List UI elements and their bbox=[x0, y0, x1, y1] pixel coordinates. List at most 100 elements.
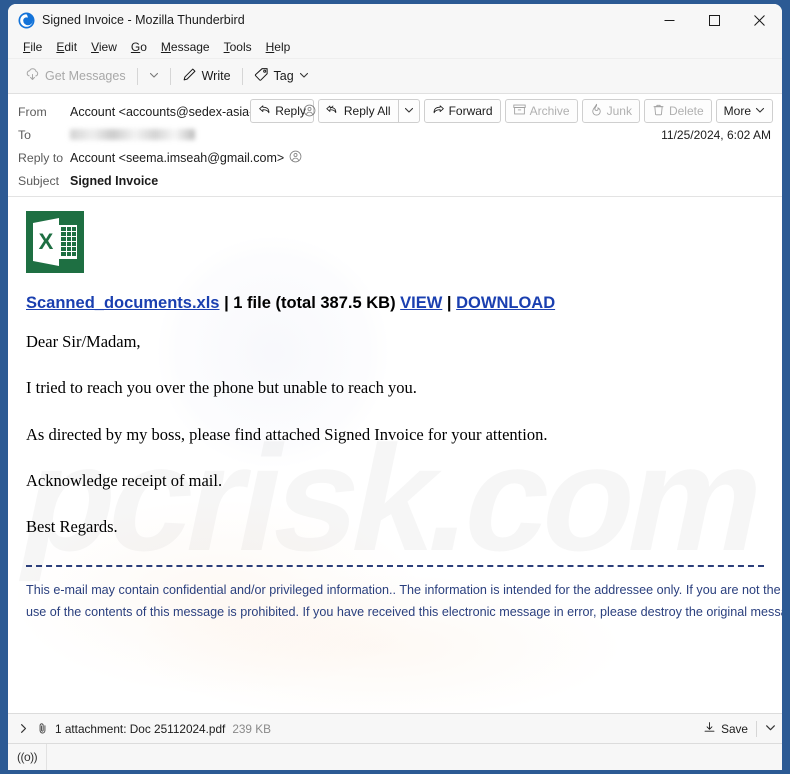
message-body-pane: pcrisk.com X bbox=[8, 197, 782, 713]
header-row-subject: Subject Signed Invoice bbox=[8, 169, 782, 192]
get-messages-dropdown[interactable] bbox=[142, 66, 166, 86]
attachment-label: 1 attachment: Doc 25112024.pdf bbox=[55, 721, 226, 736]
reply-to-value-group[interactable]: Account <seema.imseah@gmail.com> bbox=[70, 150, 302, 166]
attachment-file-link[interactable]: Scanned_documents.xls bbox=[26, 294, 219, 312]
get-messages-button[interactable]: Get Messages bbox=[18, 64, 133, 88]
more-button[interactable]: More bbox=[715, 99, 773, 123]
forward-button[interactable]: Forward bbox=[423, 99, 501, 123]
svg-text:X: X bbox=[39, 229, 54, 254]
chevron-down-icon bbox=[755, 104, 765, 118]
delete-label: Delete bbox=[668, 104, 704, 118]
toolbar-divider-2 bbox=[169, 67, 171, 85]
menu-item-go-rest: o bbox=[140, 40, 147, 54]
tag-label: Tag bbox=[273, 69, 294, 83]
reply-to-value: Account <seema.imseah@gmail.com> bbox=[70, 150, 285, 165]
archive-button[interactable]: Archive bbox=[504, 99, 578, 123]
to-value-redacted bbox=[70, 129, 195, 140]
pencil-icon bbox=[182, 67, 197, 85]
menu-item-help-rest: elp bbox=[274, 40, 291, 54]
reply-arrow-icon bbox=[258, 103, 271, 119]
close-icon[interactable] bbox=[737, 4, 782, 36]
menu-item-file[interactable]: File bbox=[16, 39, 49, 55]
get-messages-label: Get Messages bbox=[45, 69, 126, 83]
menu-item-message-rest: essage bbox=[170, 40, 210, 54]
excel-file-icon: X bbox=[26, 211, 782, 278]
reply-all-arrow-icon bbox=[326, 103, 340, 119]
more-label: More bbox=[723, 104, 751, 118]
attachment-actions: Save bbox=[703, 720, 776, 737]
menu-item-view-rest: iew bbox=[98, 40, 117, 54]
chevron-down-icon bbox=[149, 69, 159, 83]
menu-item-edit[interactable]: Edit bbox=[49, 39, 84, 55]
body-paragraph-3: Acknowledge receipt of mail. bbox=[26, 470, 223, 490]
tag-button[interactable]: Tag bbox=[247, 64, 316, 88]
write-label: Write bbox=[201, 69, 231, 83]
window-title: Signed Invoice - Mozilla Thunderbird bbox=[42, 13, 245, 27]
add-contact-icon[interactable] bbox=[289, 150, 302, 166]
view-link[interactable]: VIEW bbox=[400, 294, 442, 312]
toolbar-divider-3 bbox=[241, 67, 243, 85]
reply-label: Reply bbox=[275, 104, 306, 118]
chevron-right-icon[interactable] bbox=[18, 723, 29, 734]
write-button[interactable]: Write bbox=[175, 64, 238, 88]
reply-all-dropdown[interactable] bbox=[397, 99, 420, 123]
forward-label: Forward bbox=[448, 104, 493, 118]
paperclip-icon bbox=[36, 722, 49, 735]
menu-item-tools-rest: ools bbox=[229, 40, 252, 54]
attachment-size: 239 KB bbox=[232, 721, 272, 736]
body-separator-line bbox=[26, 564, 764, 567]
delete-button[interactable]: Delete bbox=[643, 99, 712, 123]
message-date: 11/25/2024, 6:02 AM bbox=[661, 128, 771, 142]
body-disclaimer: This e-mail may contain confidential and… bbox=[26, 582, 782, 620]
body-paragraph-greeting: Dear Sir/Madam, bbox=[26, 332, 141, 351]
broadcast-icon[interactable]: ((o)) bbox=[17, 750, 38, 764]
status-bar: ((o)) bbox=[8, 743, 782, 770]
link-separator: | bbox=[442, 294, 457, 312]
reply-all-button[interactable]: Reply All bbox=[317, 99, 398, 123]
mail-toolbar: Get Messages Write Tag bbox=[8, 59, 782, 94]
junk-button[interactable]: Junk bbox=[581, 99, 640, 123]
thunderbird-window: Signed Invoice - Mozilla Thunderbird Fil… bbox=[8, 4, 782, 770]
body-paragraph-1: I tried to reach you over the phone but … bbox=[26, 378, 417, 398]
attachment-dropdown-chevron-down-icon[interactable] bbox=[765, 722, 776, 736]
save-divider bbox=[756, 720, 757, 737]
title-bar: Signed Invoice - Mozilla Thunderbird bbox=[8, 4, 782, 36]
download-link[interactable]: DOWNLOAD bbox=[456, 294, 555, 312]
download-icon bbox=[703, 721, 716, 737]
menu-item-message[interactable]: Message bbox=[154, 39, 217, 55]
menu-item-edit-rest: dit bbox=[64, 40, 78, 54]
to-label: To bbox=[18, 127, 31, 142]
archive-label: Archive bbox=[529, 104, 570, 118]
subject-value: Signed Invoice bbox=[70, 173, 159, 188]
from-label: From bbox=[18, 104, 47, 119]
subject-label: Subject bbox=[18, 173, 60, 188]
attachment-link-line: Scanned_documents.xls | 1 file (total 38… bbox=[26, 294, 782, 313]
maximize-icon[interactable] bbox=[692, 4, 737, 36]
menu-item-tools[interactable]: Tools bbox=[217, 39, 259, 55]
body-paragraph-signoff: Best Regards. bbox=[26, 517, 118, 537]
forward-arrow-icon bbox=[432, 103, 445, 119]
junk-label: Junk bbox=[606, 104, 632, 118]
attachment-meta: | 1 file (total 387.5 KB) bbox=[219, 294, 401, 312]
save-button[interactable]: Save bbox=[721, 722, 748, 736]
attachment-bar: 1 attachment: Doc 25112024.pdf 239 KB Sa… bbox=[8, 713, 782, 743]
message-action-buttons: Reply Reply All Forward Archive Junk Del… bbox=[246, 99, 773, 123]
thunderbird-logo-icon bbox=[18, 12, 35, 29]
archive-box-icon bbox=[512, 103, 526, 119]
menu-bar: File Edit View Go Message Tools Help bbox=[8, 36, 782, 59]
message-header-pane: Reply Reply All Forward Archive Junk Del… bbox=[8, 94, 782, 197]
to-value-group[interactable] bbox=[70, 129, 195, 140]
status-divider bbox=[46, 743, 48, 770]
tag-chevron-down-icon bbox=[299, 69, 309, 83]
body-paragraph-2: As directed by my boss, please find atta… bbox=[26, 424, 548, 444]
menu-item-go[interactable]: Go bbox=[124, 39, 154, 55]
menu-item-help[interactable]: Help bbox=[259, 39, 298, 55]
junk-fire-icon bbox=[590, 103, 603, 119]
chevron-down-icon bbox=[404, 104, 414, 118]
reply-to-label: Reply to bbox=[18, 150, 64, 165]
header-row-reply-to: Reply to Account <seema.imseah@gmail.com… bbox=[8, 146, 782, 169]
menu-item-view[interactable]: View bbox=[84, 39, 124, 55]
reply-all-label: Reply All bbox=[343, 104, 391, 118]
minimize-icon[interactable] bbox=[647, 4, 692, 36]
add-contact-icon[interactable] bbox=[303, 104, 316, 120]
